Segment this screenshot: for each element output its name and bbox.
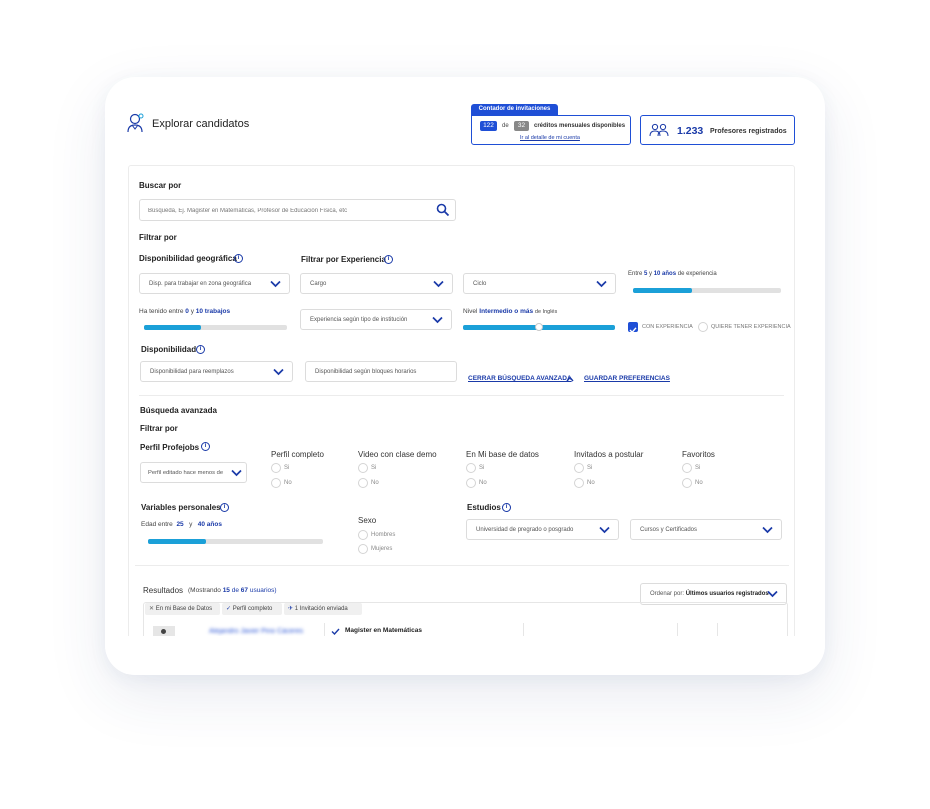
chevron-down-icon [231,469,242,476]
geo-label: Disponibilidad geográfica [139,254,237,263]
slider-fill [148,539,206,544]
con-experiencia-checkbox[interactable] [628,322,638,334]
teachers-label: Profesores registrados [710,128,787,135]
availability-label: Disponibilidad [141,345,197,354]
studies-info-icon[interactable]: i [502,503,511,512]
radio-no[interactable] [574,478,584,488]
radio-si[interactable] [271,463,281,473]
chevron-down-icon [270,280,281,287]
radio-si[interactable] [682,463,692,473]
hombres-label: Hombres [371,532,396,538]
invitation-counter: 122 de 32 créditos mensuales disponibles… [471,115,631,145]
advanced-filter-label: Filtrar por [140,424,178,433]
experience-years-slider[interactable] [633,288,781,293]
experience-years: Entre 5 y 10 años de experiencia [628,271,717,277]
age-slider[interactable] [148,539,323,544]
english-slider[interactable] [463,323,615,331]
candidate-explorer-icon [127,113,144,133]
radio-mujeres[interactable] [358,544,368,554]
chip-invitacion-enviada[interactable]: ✈ 1 Invitación enviada [284,603,362,615]
slider-fill [144,325,202,330]
check-icon: ✓ [226,606,232,612]
search-icon[interactable] [436,203,450,217]
con-experiencia-label: CON EXPERIENCIA [642,324,693,330]
quiere-experiencia-radio[interactable] [698,322,708,332]
counter-tab: Contador de invitaciones [471,104,558,115]
sex-label: Sexo [358,516,377,525]
chevron-down-icon [273,368,284,375]
account-detail-link[interactable]: Ir al detalle de mi cuenta [520,135,580,141]
chevron-down-icon [599,526,610,533]
studies-label: Estudios [467,503,501,512]
chevron-down-icon [432,316,443,323]
chevron-down-icon [433,280,444,287]
search-input[interactable] [148,204,428,217]
results-label: Resultados [143,586,184,595]
results-count: (Mostrando 15 de 67 usuarios) [188,587,277,594]
close-advanced-search-link[interactable]: CERRAR BÚSQUEDA AVANZADA [468,375,572,382]
mujeres-label: Mujeres [371,546,393,552]
credits-of: de [502,123,509,129]
institution-type-select[interactable]: Experiencia según tipo de institución [300,309,452,330]
radio-si[interactable] [466,463,476,473]
replacements-select[interactable]: Disponibilidad para reemplazos [140,361,293,382]
time-blocks-select[interactable]: Disponibilidad según bloques horarios [305,361,457,382]
teachers-count: 1.233 [677,125,704,137]
radio-si[interactable] [358,463,368,473]
divider [135,565,789,566]
university-select[interactable]: Universidad de pregrado o posgrado [466,519,619,540]
registered-teachers-card: 1.233 Profesores registrados [640,115,795,145]
filter-label: Filtrar por [139,233,177,242]
courses-select[interactable]: Cursos y Certificados [630,519,782,540]
availability-info-icon[interactable]: i [196,345,205,354]
send-icon: ✈ [288,606,294,612]
advanced-search-title: Búsqueda avanzada [140,406,217,415]
radio-no[interactable] [682,478,692,488]
slider-fill [633,288,693,293]
slider-knob[interactable] [535,323,543,331]
chip-perfil-completo[interactable]: ✓ Perfil completo [222,603,282,615]
search-box [139,199,456,221]
check-icon [629,327,637,334]
cargo-select[interactable]: Cargo [300,273,453,294]
perfil-profejobs-label: Perfil Profejobs [140,443,200,452]
quiere-experiencia-label: QUIERE TENER EXPERIENCIA [711,324,791,330]
jobs-range: Ha tenido entre 0 y 10 trabajos [139,308,231,315]
experience-label: Filtrar por Experiencia [301,255,386,264]
chevron-down-icon [762,526,773,533]
candidate-name[interactable]: Alejandro Javier Pino Cáceres [209,628,303,635]
users-icon [649,123,669,137]
experience-info-icon[interactable]: i [384,255,393,264]
radio-hombres[interactable] [358,530,368,540]
ciclo-select[interactable]: Ciclo [463,273,616,294]
app-window: Explorar candidatos Contador de invitaci… [105,77,825,675]
radio-no[interactable] [358,478,368,488]
radio-no[interactable] [466,478,476,488]
credits-label: créditos mensuales disponibles [534,123,626,129]
age-range: Edad entre 25 y 40 años [141,521,222,528]
check-icon [331,628,340,635]
perfil-info-icon[interactable]: i [201,442,210,451]
personal-info-icon[interactable]: i [220,503,229,512]
geo-info-icon[interactable]: i [234,254,243,263]
chip-en-mi-base[interactable]: ✕ En mi Base de Datos [145,603,220,615]
candidate-degree: Magister en Matemáticas [345,627,422,634]
chevron-up-icon[interactable] [566,376,574,382]
personal-variables-label: Variables personales [141,503,221,512]
radio-no[interactable] [271,478,281,488]
divider [139,395,784,396]
perfil-edited-select[interactable]: Perfil editado hace menos de [140,462,247,483]
save-preferences-link[interactable]: GUARDAR PREFERENCIAS [584,375,670,382]
english-level: Nivel Intermedio o más de Inglés [463,308,558,315]
chevron-down-icon [767,590,778,598]
close-icon[interactable]: ✕ [149,606,154,612]
radio-si[interactable] [574,463,584,473]
jobs-slider[interactable] [144,325,287,330]
page-title: Explorar candidatos [152,118,250,130]
chevron-down-icon [596,280,607,287]
credits-used: 122 [480,121,497,131]
geo-select[interactable]: Disp. para trabajar en zona geográfica [139,273,290,294]
search-label: Buscar por [139,181,182,190]
credits-total: 32 [514,121,529,131]
